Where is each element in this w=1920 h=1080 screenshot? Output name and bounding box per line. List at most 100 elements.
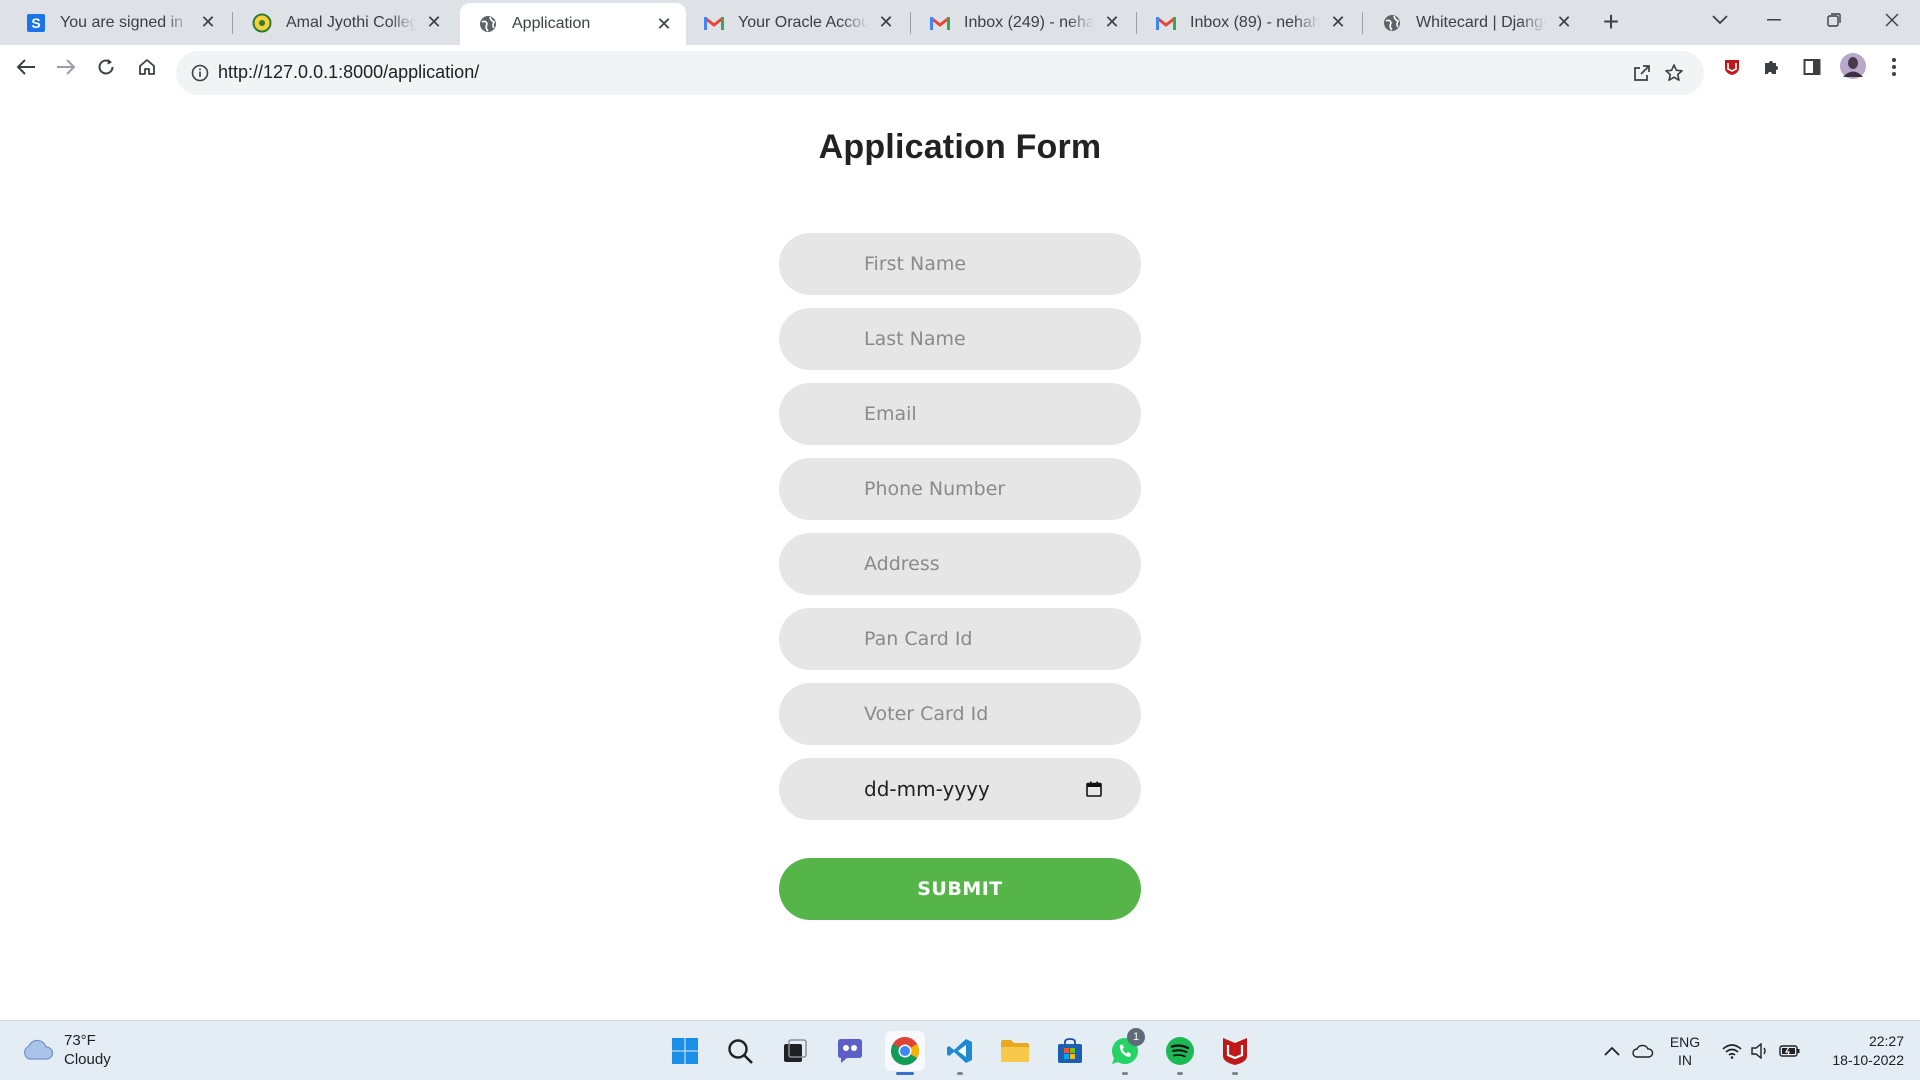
- puzzle-icon: [1765, 61, 1778, 74]
- tab-search-button[interactable]: [1692, 0, 1748, 40]
- network-button[interactable]: [1718, 1021, 1746, 1080]
- weather-widget[interactable]: 73°F Cloudy: [20, 1031, 111, 1069]
- url-text[interactable]: http://127.0.0.1:8000/application/: [218, 62, 479, 83]
- share-icon[interactable]: [1630, 61, 1654, 85]
- vscode-taskbar-button[interactable]: [940, 1031, 980, 1075]
- gmail-icon: [704, 13, 724, 33]
- window-close-button[interactable]: [1864, 0, 1920, 40]
- info-icon[interactable]: [188, 61, 212, 85]
- new-tab-button[interactable]: +: [1596, 8, 1626, 38]
- email-field[interactable]: [779, 383, 1141, 445]
- minimize-button[interactable]: [1746, 0, 1802, 40]
- side-panel-button[interactable]: [1798, 53, 1826, 81]
- globe-icon: [1382, 13, 1402, 33]
- restore-button[interactable]: [1806, 0, 1862, 40]
- show-hidden-icons-button[interactable]: [1600, 1021, 1624, 1080]
- tab-oracle-account[interactable]: Your Oracle Account - ✕: [686, 0, 908, 45]
- calendar-icon[interactable]: [1084, 779, 1104, 799]
- wifi-icon: [1722, 1044, 1742, 1059]
- weather-temp: 73°F: [64, 1032, 96, 1049]
- tab-application[interactable]: Application ✕: [460, 3, 686, 45]
- tab-separator: [910, 12, 911, 34]
- forward-button[interactable]: [52, 53, 80, 81]
- page-title: Application Form: [818, 128, 1102, 166]
- running-indicator: [1232, 1072, 1238, 1075]
- close-icon[interactable]: ✕: [1328, 12, 1348, 33]
- address-bar[interactable]: http://127.0.0.1:8000/application/: [176, 51, 1704, 95]
- reload-button[interactable]: [92, 53, 120, 81]
- back-arrow-icon: [16, 59, 35, 75]
- chevron-down-icon: [1712, 15, 1728, 25]
- chrome-icon: [891, 1037, 919, 1065]
- bookmark-star-icon[interactable]: [1662, 61, 1686, 85]
- chrome-taskbar-button[interactable]: [885, 1031, 925, 1075]
- more-vert-icon: [1892, 58, 1896, 76]
- home-button[interactable]: [133, 53, 161, 81]
- mcafee-taskbar-button[interactable]: [1215, 1031, 1255, 1075]
- pan-card-field[interactable]: [779, 608, 1141, 670]
- profile-avatar-button[interactable]: [1838, 51, 1868, 81]
- close-icon[interactable]: ✕: [876, 12, 896, 33]
- spotify-taskbar-button[interactable]: [1160, 1031, 1200, 1075]
- phone-number-field[interactable]: [779, 458, 1141, 520]
- close-icon[interactable]: ✕: [654, 14, 674, 34]
- avatar: [1840, 53, 1866, 79]
- task-view-button[interactable]: [775, 1031, 815, 1071]
- whatsapp-taskbar-button[interactable]: 1: [1105, 1028, 1145, 1075]
- microsoft-store-icon: [1058, 1038, 1082, 1063]
- voter-card-field[interactable]: [779, 683, 1141, 745]
- last-name-field[interactable]: [779, 308, 1141, 370]
- clock[interactable]: 22:27 18-10-2022: [1814, 1021, 1904, 1080]
- minimize-icon: [1767, 19, 1781, 21]
- notification-badge: 1: [1127, 1028, 1145, 1046]
- gmail-icon: [1156, 13, 1176, 33]
- windows-start-icon: [672, 1038, 698, 1064]
- task-view-icon: [784, 1039, 807, 1062]
- tab-title: Inbox (89) - nehahari: [1190, 13, 1320, 31]
- close-icon[interactable]: ✕: [1554, 12, 1574, 33]
- teams-chat-button[interactable]: [830, 1031, 870, 1071]
- side-panel-icon: [1803, 59, 1821, 75]
- close-icon[interactable]: ✕: [1102, 12, 1122, 33]
- file-explorer-button[interactable]: [995, 1031, 1035, 1071]
- close-icon: [1885, 13, 1899, 27]
- home-icon: [139, 59, 155, 75]
- speaker-icon: [1751, 1043, 1766, 1059]
- tab-separator: [232, 12, 233, 34]
- cloud-icon: [24, 1039, 54, 1060]
- battery-button[interactable]: [1776, 1021, 1804, 1080]
- first-name-field[interactable]: [779, 233, 1141, 295]
- teams-chat-icon: [838, 1039, 862, 1063]
- region-code: IN: [1678, 1052, 1692, 1068]
- tab-signed-in[interactable]: S You are signed in as n ✕: [8, 0, 230, 45]
- back-button[interactable]: [12, 53, 40, 81]
- volume-button[interactable]: [1746, 1021, 1774, 1080]
- search-icon: [728, 1039, 753, 1064]
- address-field[interactable]: [779, 533, 1141, 595]
- start-button[interactable]: [665, 1031, 705, 1071]
- running-indicator: [1177, 1072, 1183, 1075]
- date-of-birth-field[interactable]: dd-mm-yyyy: [779, 758, 1141, 820]
- tab-whitecard[interactable]: Whitecard | Django si ✕: [1364, 0, 1586, 45]
- close-icon[interactable]: ✕: [424, 12, 444, 33]
- tab-inbox-249[interactable]: Inbox (249) - neham2 ✕: [912, 0, 1134, 45]
- college-logo-icon: [252, 13, 272, 33]
- taskbar-search-button[interactable]: [720, 1031, 760, 1071]
- chrome-menu-button[interactable]: [1880, 53, 1908, 81]
- submit-button[interactable]: SUBMIT: [779, 858, 1141, 920]
- tab-inbox-89[interactable]: Inbox (89) - nehahari ✕: [1138, 0, 1360, 45]
- close-icon[interactable]: ✕: [198, 12, 218, 33]
- tab-separator: [1136, 12, 1137, 34]
- tab-amal-jyothi[interactable]: Amal Jyothi College o ✕: [234, 0, 456, 45]
- onedrive-button[interactable]: [1630, 1021, 1656, 1080]
- language-indicator[interactable]: ENG IN: [1664, 1021, 1706, 1080]
- chevron-up-icon: [1604, 1046, 1620, 1056]
- mcafee-extension-button[interactable]: [1718, 53, 1746, 81]
- onedrive-cloud-icon: [1632, 1044, 1654, 1058]
- mcafee-shield-icon: [1725, 60, 1739, 75]
- tab-title: Application: [512, 15, 591, 32]
- vscode-icon: [947, 1039, 972, 1063]
- extensions-button[interactable]: [1758, 53, 1786, 81]
- tab-title: Whitecard | Django si: [1416, 13, 1546, 31]
- microsoft-store-button[interactable]: [1050, 1031, 1090, 1071]
